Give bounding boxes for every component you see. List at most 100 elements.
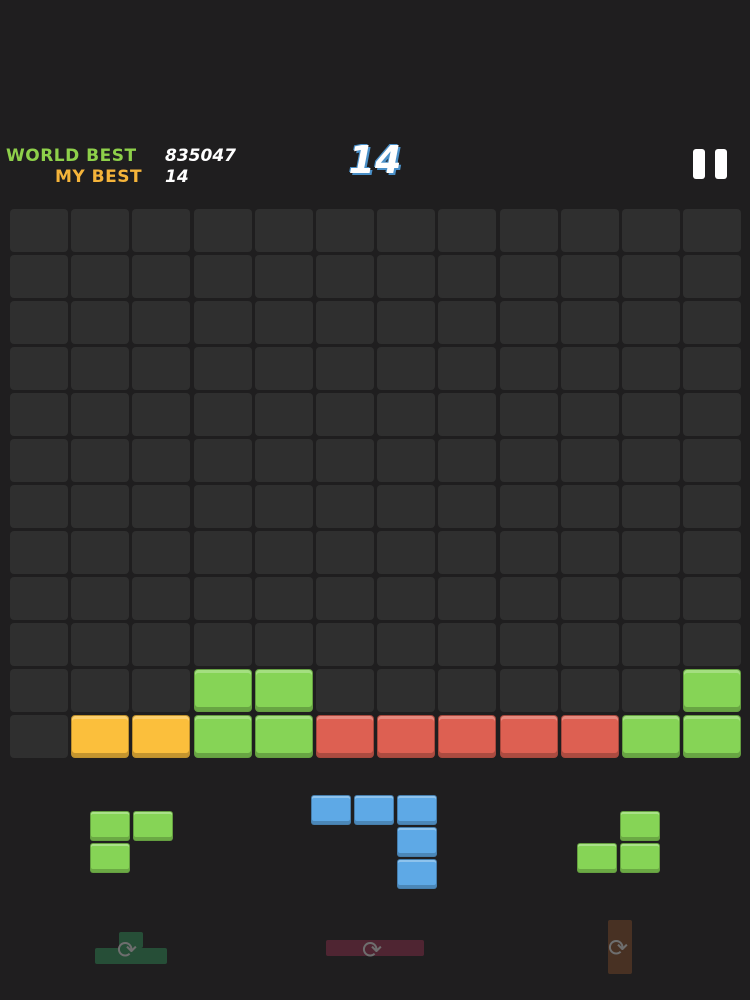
board-cell[interactable] xyxy=(254,531,313,574)
board-cell[interactable] xyxy=(560,255,619,298)
board-cell[interactable] xyxy=(71,485,130,528)
board-cell[interactable] xyxy=(10,301,68,344)
board-cell[interactable] xyxy=(10,531,68,574)
board-cell[interactable] xyxy=(132,485,191,528)
board-cell[interactable] xyxy=(254,439,313,482)
board-cell[interactable] xyxy=(132,393,191,436)
board-cell-filled[interactable] xyxy=(254,669,313,712)
board-cell[interactable] xyxy=(499,347,558,390)
board-cell[interactable] xyxy=(683,439,742,482)
board-cell-filled[interactable] xyxy=(254,715,313,758)
board-cell[interactable] xyxy=(560,531,619,574)
board-cell[interactable] xyxy=(377,577,436,620)
board-cell[interactable] xyxy=(683,485,742,528)
board-cell[interactable] xyxy=(254,393,313,436)
board-cell[interactable] xyxy=(377,209,436,252)
board-cell-filled[interactable] xyxy=(193,669,252,712)
board-cell[interactable] xyxy=(132,209,191,252)
board-cell[interactable] xyxy=(683,255,742,298)
board-cell[interactable] xyxy=(10,439,68,482)
board-cell[interactable] xyxy=(254,347,313,390)
board-cell[interactable] xyxy=(316,209,374,252)
board-cell[interactable] xyxy=(10,623,68,666)
board-cell[interactable] xyxy=(377,347,436,390)
board-cell[interactable] xyxy=(132,531,191,574)
board-cell[interactable] xyxy=(683,209,742,252)
board-cell[interactable] xyxy=(377,623,436,666)
board-cell[interactable] xyxy=(683,301,742,344)
board-cell[interactable] xyxy=(560,669,619,712)
board-cell[interactable] xyxy=(499,623,558,666)
board-cell[interactable] xyxy=(683,577,742,620)
board-cell[interactable] xyxy=(377,439,436,482)
board-cell[interactable] xyxy=(71,255,130,298)
board-cell[interactable] xyxy=(193,393,252,436)
board-cell[interactable] xyxy=(316,623,374,666)
board-cell[interactable] xyxy=(71,669,130,712)
board-cell[interactable] xyxy=(560,393,619,436)
board-cell[interactable] xyxy=(316,301,374,344)
board-cell[interactable] xyxy=(438,347,497,390)
rotate-button-3[interactable]: ⟳ xyxy=(602,920,642,975)
board-cell[interactable] xyxy=(71,301,130,344)
board-cell[interactable] xyxy=(377,485,436,528)
board-cell[interactable] xyxy=(560,439,619,482)
board-cell[interactable] xyxy=(622,531,680,574)
board-cell[interactable] xyxy=(683,531,742,574)
board-cell[interactable] xyxy=(10,715,68,758)
board-cell[interactable] xyxy=(499,439,558,482)
board-cell[interactable] xyxy=(10,209,68,252)
board-cell[interactable] xyxy=(254,485,313,528)
board-cell[interactable] xyxy=(132,577,191,620)
board-cell[interactable] xyxy=(193,347,252,390)
board-cell[interactable] xyxy=(71,531,130,574)
board-cell[interactable] xyxy=(438,485,497,528)
board-cell[interactable] xyxy=(683,393,742,436)
board-cell[interactable] xyxy=(438,255,497,298)
board-cell[interactable] xyxy=(438,669,497,712)
board-cell[interactable] xyxy=(10,347,68,390)
board-cell[interactable] xyxy=(499,577,558,620)
board-cell[interactable] xyxy=(377,301,436,344)
board-cell[interactable] xyxy=(71,393,130,436)
board-cell[interactable] xyxy=(132,669,191,712)
piece-green-small-l[interactable] xyxy=(577,811,677,891)
rotate-button-1[interactable]: ⟳ xyxy=(95,930,170,970)
board-cell[interactable] xyxy=(438,209,497,252)
board-cell[interactable] xyxy=(438,577,497,620)
board-cell[interactable] xyxy=(560,485,619,528)
board-cell[interactable] xyxy=(438,301,497,344)
board-cell[interactable] xyxy=(377,531,436,574)
board-cell[interactable] xyxy=(10,393,68,436)
board-cell[interactable] xyxy=(560,347,619,390)
board-cell[interactable] xyxy=(560,301,619,344)
board-cell[interactable] xyxy=(316,255,374,298)
board-cell[interactable] xyxy=(254,623,313,666)
board-cell[interactable] xyxy=(560,623,619,666)
board-cell-filled[interactable] xyxy=(316,715,374,758)
board-cell[interactable] xyxy=(316,531,374,574)
board-cell[interactable] xyxy=(560,209,619,252)
board-cell[interactable] xyxy=(10,669,68,712)
board-cell[interactable] xyxy=(254,301,313,344)
board-cell[interactable] xyxy=(193,255,252,298)
board-cell[interactable] xyxy=(438,393,497,436)
board-cell[interactable] xyxy=(499,485,558,528)
board-cell[interactable] xyxy=(71,347,130,390)
board-cell[interactable] xyxy=(622,347,680,390)
board-cell[interactable] xyxy=(71,623,130,666)
board-cell[interactable] xyxy=(499,255,558,298)
board-cell[interactable] xyxy=(193,301,252,344)
board-cell[interactable] xyxy=(71,209,130,252)
board-cell[interactable] xyxy=(438,439,497,482)
board-cell[interactable] xyxy=(132,623,191,666)
board-cell[interactable] xyxy=(560,577,619,620)
board-cell-filled[interactable] xyxy=(499,715,558,758)
board-cell[interactable] xyxy=(316,577,374,620)
piece-blue-hook[interactable] xyxy=(311,795,451,895)
board-cell[interactable] xyxy=(132,301,191,344)
board-cell[interactable] xyxy=(71,577,130,620)
board-cell[interactable] xyxy=(316,439,374,482)
board-cell[interactable] xyxy=(193,623,252,666)
board-cell[interactable] xyxy=(499,669,558,712)
